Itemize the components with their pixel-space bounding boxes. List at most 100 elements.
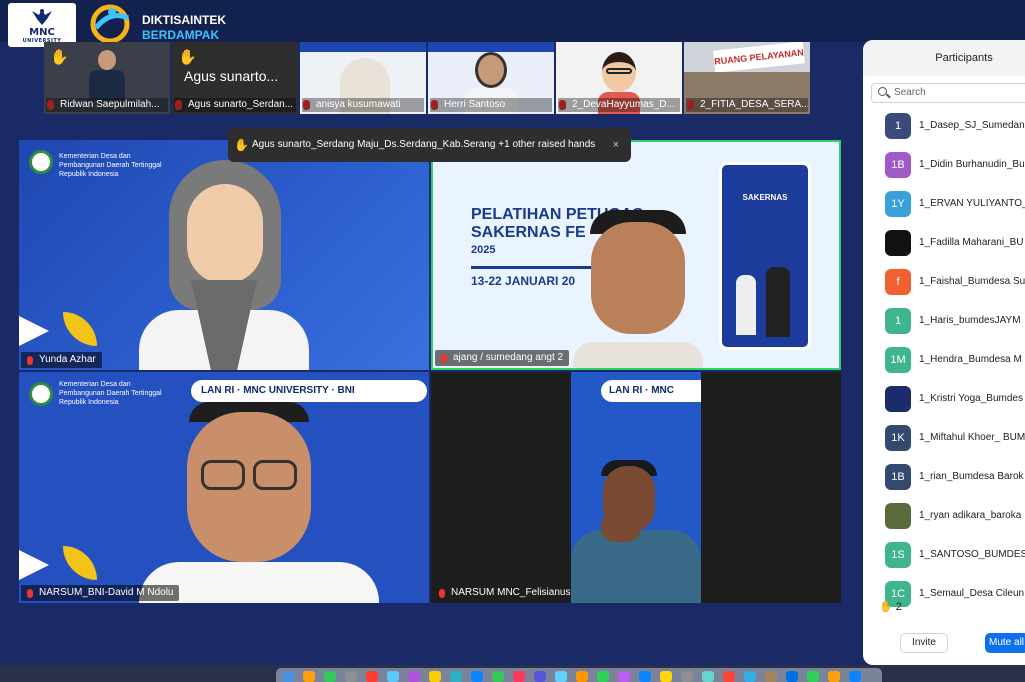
thumbnail-name: anisya kusumawati — [302, 98, 424, 112]
participant-video — [139, 402, 379, 603]
avatar: 1B — [885, 152, 911, 178]
dock-app-icon[interactable] — [492, 671, 504, 682]
participant-name: 1_Faishal_Bumdesa Su — [919, 276, 1025, 287]
dock-app-icon[interactable] — [723, 671, 735, 682]
avatar: 1S — [885, 542, 911, 568]
dock-app-icon[interactable] — [660, 671, 672, 682]
thumbnail-strip[interactable]: ✋ Ridwan Saepulmilah... ✋ Agus sunarto..… — [44, 42, 814, 114]
dock-app-icon[interactable] — [639, 671, 651, 682]
mute-all-button[interactable]: Mute all — [985, 633, 1025, 653]
participant-row[interactable]: 1_Fadilla Maharani_BU — [863, 227, 1025, 259]
participant-name-label: ajang / sumedang angt 2 — [435, 350, 570, 366]
avatar: 1 — [885, 113, 911, 139]
participant-list[interactable]: 1 1_Dasep_SJ_Sumedan 1B 1_Didin Burhanudin_… — [863, 110, 1025, 625]
participant-row[interactable]: f 1_Faishal_Bumdesa Su — [863, 266, 1025, 298]
muted-mic-icon — [441, 354, 447, 363]
participant-row[interactable]: 1Y 1_ERVAN YULIYANTO_ — [863, 188, 1025, 220]
thumbnail-anisya[interactable]: anisya kusumawati — [300, 42, 426, 114]
video-tile-ajang[interactable]: PELATIHAN PETUGAS SAKERNAS FE 2025 13-22… — [431, 140, 841, 370]
participant-name-label: NARSUM_BNI-David M Ndolu — [21, 585, 180, 601]
mnc-university-logo: MNC UNIVERSITY — [8, 3, 76, 47]
participant-video — [139, 160, 309, 370]
dock-app-icon[interactable] — [555, 671, 567, 682]
search-input[interactable]: Search — [871, 83, 1025, 103]
dock-app-icon[interactable] — [429, 671, 441, 682]
room-sign: RUANG PELAYANAN — [713, 42, 805, 73]
dock-app-icon[interactable] — [450, 671, 462, 682]
slide-date: 13-22 JANUARI 20 — [471, 274, 576, 288]
avatar — [885, 230, 911, 256]
dock-app-icon[interactable] — [786, 671, 798, 682]
avatar: 1M — [885, 347, 911, 373]
diktisaintek-mark-icon — [90, 4, 130, 44]
raised-hand-icon: ✋ — [879, 601, 893, 613]
participant-name-label: Yunda Azhar — [21, 352, 102, 368]
avatar: 1Y — [885, 191, 911, 217]
muted-mic-icon — [439, 589, 445, 598]
participant-name: 1_Fadilla Maharani_BU — [919, 237, 1024, 248]
search-icon — [878, 87, 887, 96]
raised-hand-icon: ✋ — [178, 49, 197, 66]
video-tile-yunda[interactable]: Kementerian Desa dan Pembangunan Daerah … — [19, 140, 429, 370]
close-icon[interactable]: × — [613, 128, 619, 162]
thumbnail-ridwan[interactable]: ✋ Ridwan Saepulmilah... — [44, 42, 170, 114]
participant-name: 1_Dasep_SJ_Sumedan — [919, 120, 1025, 131]
participant-row[interactable]: 1M 1_Hendra_Bumdesa M — [863, 344, 1025, 376]
dock-app-icon[interactable] — [513, 671, 525, 682]
thumbnail-fitia[interactable]: RUANG PELAYANAN 2_FITIA_DESA_SERA... — [684, 42, 810, 114]
dock-app-icon[interactable] — [534, 671, 546, 682]
mnc-bird-icon — [32, 9, 52, 25]
participant-video — [573, 210, 703, 368]
participant-row[interactable]: 1B 1_rian_Bumdesa Barok — [863, 461, 1025, 493]
participant-row[interactable]: 1_ryan adikara_baroka — [863, 500, 1025, 532]
mnc-logo-text: MNC — [29, 27, 55, 38]
thumbnail-herri[interactable]: Herri Santoso — [428, 42, 554, 114]
dock-app-icon[interactable] — [849, 671, 861, 682]
dock-app-icon[interactable] — [702, 671, 714, 682]
dock-app-icon[interactable] — [303, 671, 315, 682]
thumbnail-name: 2_FITIA_DESA_SERA... — [686, 98, 808, 112]
dock-app-icon[interactable] — [345, 671, 357, 682]
participant-name: 1_ryan adikara_baroka — [919, 510, 1022, 521]
dock-app-icon[interactable] — [324, 671, 336, 682]
video-tile-empty-left: NARSUM MNC_Felisianus Novandri — [431, 372, 571, 603]
dock-app-icon[interactable] — [282, 671, 294, 682]
app-dock[interactable] — [276, 668, 882, 682]
dock-app-icon[interactable] — [744, 671, 756, 682]
participant-row[interactable]: 1 1_Haris_bumdesJAYM — [863, 305, 1025, 337]
avatar — [885, 503, 911, 529]
dock-app-icon[interactable] — [765, 671, 777, 682]
participant-name-label: NARSUM MNC_Felisianus Novandri — [433, 585, 571, 601]
dock-app-icon[interactable] — [828, 671, 840, 682]
thumbnail-deva[interactable]: 2_DevaHayyumas_D... — [556, 42, 682, 114]
dock-app-icon[interactable] — [408, 671, 420, 682]
avatar: 1K — [885, 425, 911, 451]
invite-button[interactable]: Invite — [900, 633, 948, 653]
dock-app-icon[interactable] — [576, 671, 588, 682]
participant-name: 1_Hendra_Bumdesa M — [919, 354, 1022, 365]
dock-app-icon[interactable] — [366, 671, 378, 682]
raised-hands-notification[interactable]: ✋ Agus sunarto_Serdang Maju_Ds.Serdang_K… — [228, 128, 631, 162]
thumbnail-display-name: Agus sunarto... — [184, 68, 279, 84]
participant-row[interactable]: 1B 1_Didin Burhanudin_Bu — [863, 149, 1025, 181]
dikti-line2: BERDAMPAK — [142, 28, 220, 42]
participant-name: 1_rian_Bumdesa Barok — [919, 471, 1024, 482]
participant-row[interactable]: 1S 1_SANTOSO_BUMDES — [863, 539, 1025, 571]
video-tile-david[interactable]: Kementerian Desa dan Pembangunan Daerah … — [19, 372, 429, 603]
participant-row[interactable]: 1K 1_Miftahul Khoer_ BUM — [863, 422, 1025, 454]
dock-app-icon[interactable] — [618, 671, 630, 682]
dock-app-icon[interactable] — [471, 671, 483, 682]
video-tile-felisianus[interactable]: LAN RI · MNC — [571, 372, 701, 603]
participant-name: 1_SANTOSO_BUMDES — [919, 549, 1025, 560]
thumbnail-name: Ridwan Saepulmilah... — [46, 98, 168, 112]
dock-app-icon[interactable] — [597, 671, 609, 682]
thumbnail-name: Agus sunarto_Serdan... — [174, 98, 296, 112]
top-brand-bar: MNC UNIVERSITY DIKTISAINTEK BERDAMPAK — [0, 0, 1025, 47]
thumbnail-agus[interactable]: ✋ Agus sunarto... Agus sunarto_Serdan... — [172, 42, 298, 114]
dock-app-icon[interactable] — [807, 671, 819, 682]
dock-app-icon[interactable] — [387, 671, 399, 682]
participant-row[interactable]: 1_Kristri Yoga_Bumdes — [863, 383, 1025, 415]
participant-row[interactable]: 1 1_Dasep_SJ_Sumedan — [863, 110, 1025, 142]
dock-app-icon[interactable] — [681, 671, 693, 682]
avatar — [885, 386, 911, 412]
